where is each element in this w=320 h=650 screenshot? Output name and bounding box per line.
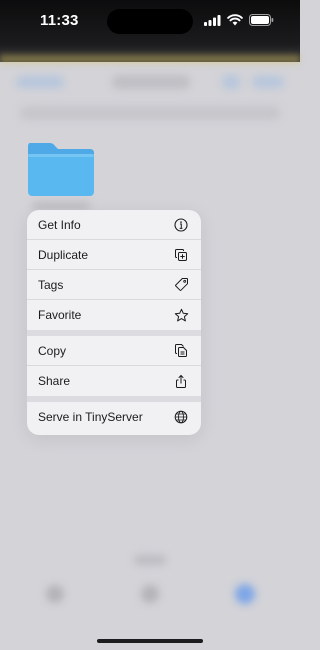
menu-item-label: Favorite (38, 308, 82, 322)
info-circle-icon (173, 217, 189, 233)
blurred-subtitle (20, 106, 280, 120)
share-icon (173, 373, 189, 389)
menu-item-label: Tags (38, 277, 64, 292)
blurred-tab-icon (141, 585, 159, 603)
copy-icon (173, 343, 189, 359)
blurred-tab-icon (235, 584, 255, 604)
wifi-icon (227, 13, 243, 31)
home-indicator[interactable] (97, 639, 203, 643)
menu-item-share[interactable]: Share (27, 366, 201, 396)
star-icon (173, 307, 189, 323)
blurred-navigation-bar (0, 70, 300, 98)
blurred-accent-strip (0, 52, 300, 66)
menu-item-label: Serve in TinyServer (38, 410, 143, 424)
menu-item-duplicate[interactable]: Duplicate (27, 240, 201, 270)
status-icons (204, 13, 274, 31)
tag-icon (173, 277, 189, 293)
dynamic-island (107, 9, 193, 34)
menu-item-copy[interactable]: Copy (27, 336, 201, 366)
battery-icon (249, 13, 274, 31)
folder-icon[interactable] (26, 140, 96, 198)
menu-item-label: Get Info (38, 217, 81, 232)
menu-item-serve-in-tinyserver[interactable]: Serve in TinyServer (27, 402, 201, 432)
menu-item-label: Copy (38, 343, 67, 358)
blurred-tab-icon (46, 585, 64, 603)
blurred-folder-name (32, 202, 90, 210)
context-menu: Get Info Duplicate Tags Favorite Copy Sh… (27, 210, 201, 435)
menu-item-label: Share (38, 374, 71, 388)
duplicate-icon (173, 247, 189, 263)
blurred-item-count (134, 555, 166, 565)
menu-item-favorite[interactable]: Favorite (27, 300, 201, 330)
menu-item-label: Duplicate (38, 247, 89, 262)
signal-icon (204, 13, 221, 31)
globe-icon (173, 409, 189, 425)
status-bar: 11:33 (0, 0, 300, 40)
menu-item-tags[interactable]: Tags (27, 270, 201, 300)
menu-item-get-info[interactable]: Get Info (27, 210, 201, 240)
status-time: 11:33 (40, 12, 79, 29)
